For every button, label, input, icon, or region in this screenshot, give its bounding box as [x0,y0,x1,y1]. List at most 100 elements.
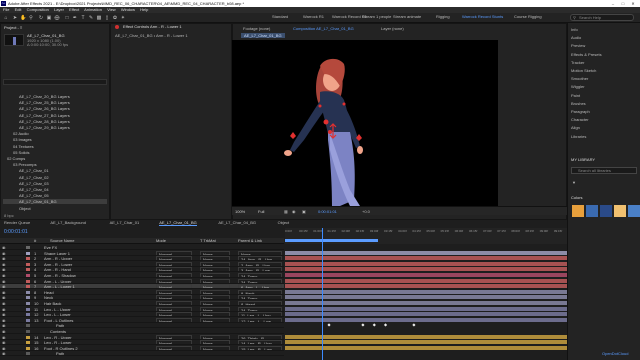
project-item[interactable]: AE_L7_Char_01_BG [3,199,107,205]
label-color[interactable] [26,296,30,300]
project-item[interactable]: AE_L7_Char_05 [3,193,107,198]
mode-dropdown[interactable]: Normal [156,250,192,255]
visibility-eye-icon[interactable]: ◉ [2,307,6,311]
layer-name[interactable]: Shape Layer 1 [44,251,70,255]
minimize-icon[interactable]: – [608,0,618,7]
keyframe-marker[interactable]: ◆ [412,322,415,327]
timeline-tab[interactable]: AE_L7_Char_01 [110,220,140,226]
rectangle-tool-icon[interactable]: □ [64,15,70,21]
trkmat-dropdown[interactable]: None [200,289,230,294]
tab-footage[interactable]: Footage (none) [243,26,270,32]
parent-dropdown[interactable]: 15. Leg - R - Low [238,345,282,350]
visibility-eye-icon[interactable]: ◉ [2,245,6,249]
parent-dropdown[interactable]: 9. Neck [238,289,282,294]
parent-dropdown[interactable]: 8. Head [238,301,282,305]
home-icon[interactable]: ⌂ [3,15,9,21]
mode-dropdown[interactable]: Normal [156,340,192,345]
roto-brush-tool-icon[interactable]: ✿ [112,15,118,21]
keyframe-marker[interactable]: ◆ [373,322,376,327]
col-source-name[interactable]: Source Name [50,238,74,244]
trkmat-dropdown[interactable]: None [200,278,230,283]
composition-viewer[interactable] [232,40,498,206]
rotate-tool-icon[interactable]: ↻ [38,15,44,21]
work-area-bar[interactable] [285,239,379,242]
layer-name[interactable]: Path [56,323,64,327]
menu-effect[interactable]: Effect [69,7,79,12]
layer-name[interactable]: Arm - R - Lower [44,262,72,266]
time-ruler[interactable]: 0:00f 00:15f 01:00f 01:15f 02:00f 02:15f 03:00… [285,228,574,244]
visibility-eye-icon[interactable]: ◉ [2,351,6,355]
layer-duration-bar[interactable] [285,278,568,283]
visibility-eye-icon[interactable]: ◉ [2,256,6,260]
pan-behind-tool-icon[interactable]: ⨁ [54,15,60,21]
timeline-tab[interactable]: AE_L7_Background [50,220,86,226]
label-color[interactable] [26,251,30,255]
layer-name[interactable]: Neck [44,295,53,299]
resolution-dropdown[interactable]: Full [258,209,264,214]
menu-file[interactable]: File [3,7,9,12]
layer-name[interactable]: Leg - L - Lower [44,312,71,316]
panel-item[interactable]: Paint [571,93,580,98]
layer-name[interactable]: Hair Back [44,301,61,305]
panel-item[interactable]: Audio [571,35,581,40]
visibility-eye-icon[interactable]: ◉ [2,284,6,288]
label-color[interactable] [26,257,30,261]
layer-name[interactable]: Arm - L - Lower 1 [44,284,75,288]
panel-item[interactable]: Smoother [571,76,588,81]
visibility-eye-icon[interactable]: ◉ [2,346,6,350]
workspace-warrock-record-stunts[interactable]: Warrock Record Stunts [462,14,503,20]
trkmat-dropdown[interactable]: None [200,312,230,317]
current-time-display[interactable]: 0:00:01:01 [4,229,28,235]
colors-label[interactable]: Colors [571,195,583,200]
label-color[interactable] [26,285,30,289]
label-color[interactable] [26,318,30,322]
eraser-tool-icon[interactable]: ▯ [104,15,110,21]
selection-tool-icon[interactable]: ➤ [12,15,18,21]
trkmat-dropdown[interactable]: None [200,250,230,255]
viewer-timecode[interactable]: 0:00:01:01 [318,209,337,214]
tab-composition[interactable]: Composition AE_L7_Char_01_BG [293,26,354,32]
layer-row[interactable]: ◉ 1 Shape Layer 1 Normal None None [0,250,284,256]
playhead[interactable] [321,228,323,360]
label-color[interactable] [26,268,30,272]
mode-dropdown[interactable]: Normal [156,284,192,289]
layer-row[interactable]: ◉ 4 Arm - R - Hand Normal None 3. Arm - R - L… [0,267,284,273]
layer-duration-bar[interactable] [285,289,568,294]
mode-dropdown[interactable]: Normal [156,289,192,294]
visibility-eye-icon[interactable]: ◉ [2,329,6,333]
panel-item[interactable]: Preview [571,43,585,48]
layer-name[interactable]: Eye FX [44,245,57,249]
layer-name[interactable]: Leg - L - Upper [44,307,71,311]
project-item[interactable]: AE_L7_Char_29_BG Layers [3,125,107,130]
label-color[interactable] [26,262,30,266]
mode-dropdown[interactable]: Normal [156,306,192,311]
label-color[interactable] [26,274,30,277]
layer-duration-bar[interactable] [285,267,568,272]
trkmat-dropdown[interactable]: None [200,317,230,322]
workspace-standard[interactable]: Standard [272,14,288,20]
project-item[interactable]: AE_L7_Char_25_BG Layers [3,100,107,105]
layer-name[interactable]: Arm - L - Upper [44,279,71,283]
layer-row[interactable]: ◉ 6 Arm - L - Upper Normal None 24. Torso [0,278,284,284]
parent-dropdown[interactable]: 26. Thigh - R [238,334,282,339]
mode-dropdown[interactable]: Normal [156,317,192,322]
label-color[interactable] [26,335,30,339]
library-label[interactable]: MY LIBRARY [571,157,595,162]
timeline-tab[interactable]: Object [278,220,290,226]
project-item[interactable]: AE_L7_Char_02 [3,175,107,180]
project-item[interactable]: 05 Solids [3,150,107,155]
library-search-input[interactable]: Search all libraries [571,167,637,174]
workspace-stream-people[interactable]: Stream 1 people [362,14,391,20]
zoom-dropdown[interactable]: 100% [235,209,245,214]
visibility-eye-icon[interactable]: ◉ [2,290,6,294]
layer-name[interactable]: Leg - R - Upper [44,335,72,339]
zoom-tool-icon[interactable]: ⚲ [28,15,34,21]
keyframe-marker[interactable]: ◆ [327,322,330,327]
trkmat-dropdown[interactable]: None [200,284,230,289]
parent-dropdown[interactable]: 24. Torso [238,306,282,311]
visibility-eye-icon[interactable]: ◉ [2,323,6,327]
visibility-eye-icon[interactable]: ◉ [2,295,6,299]
parent-dropdown[interactable]: 14. Leg - R - Upp [238,340,282,345]
mode-dropdown[interactable]: Normal [156,312,192,317]
project-item[interactable]: AE_L7_Char_26_BG Layers [3,106,107,111]
